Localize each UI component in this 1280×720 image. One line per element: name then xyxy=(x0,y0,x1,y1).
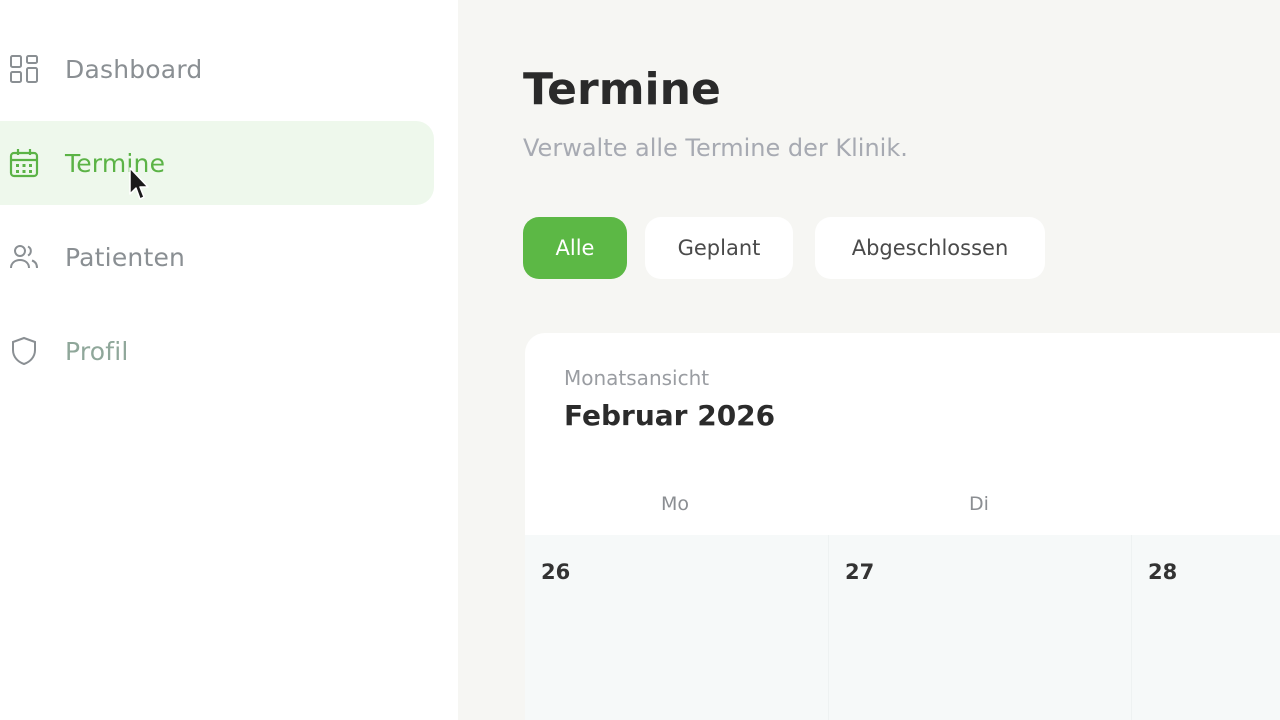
calendar-icon xyxy=(8,147,40,179)
grid-icon xyxy=(8,53,40,85)
weekday-header: Mo xyxy=(660,493,690,515)
sidebar-item-patienten[interactable]: Patienten xyxy=(0,215,434,299)
users-icon xyxy=(8,241,40,273)
mouse-cursor-icon xyxy=(129,167,149,200)
filter-alle-button[interactable]: Alle xyxy=(523,217,627,279)
calendar-view-label: Monatsansicht xyxy=(564,366,710,390)
sidebar-item-label: Dashboard xyxy=(65,54,203,84)
app-window: Dashboard Termine Patienten Profil Termi… xyxy=(0,0,1280,720)
page-title: Termine xyxy=(523,64,721,115)
calendar-day-cell[interactable]: 27 xyxy=(845,560,874,584)
filter-abgeschlossen-button[interactable]: Abgeschlossen xyxy=(815,217,1045,279)
main-content: Termine Verwalte alle Termine der Klinik… xyxy=(458,0,1280,720)
shield-icon xyxy=(8,335,40,367)
sidebar-item-label: Patienten xyxy=(65,242,186,272)
calendar-month-label: Februar 2026 xyxy=(564,399,776,432)
calendar-week-row: 26 27 28 xyxy=(525,535,1280,720)
calendar-day-cell[interactable]: 26 xyxy=(541,560,570,584)
sidebar-item-label: Termine xyxy=(65,148,166,178)
filter-geplant-button[interactable]: Geplant xyxy=(645,217,793,279)
calendar-card: Monatsansicht Februar 2026 Mo Di M 26 27… xyxy=(525,333,1280,720)
column-divider xyxy=(828,535,829,720)
sidebar: Dashboard Termine Patienten Profil xyxy=(0,0,458,720)
sidebar-item-profil[interactable]: Profil xyxy=(0,309,434,393)
weekday-header: M xyxy=(1213,493,1280,515)
sidebar-item-termine[interactable]: Termine xyxy=(0,121,434,205)
sidebar-item-label: Profil xyxy=(65,336,129,366)
sidebar-item-dashboard[interactable]: Dashboard xyxy=(0,27,434,111)
weekday-header: Di xyxy=(969,493,989,515)
column-divider xyxy=(1131,535,1132,720)
calendar-day-cell[interactable]: 28 xyxy=(1148,560,1177,584)
page-subtitle: Verwalte alle Termine der Klinik. xyxy=(523,134,908,162)
